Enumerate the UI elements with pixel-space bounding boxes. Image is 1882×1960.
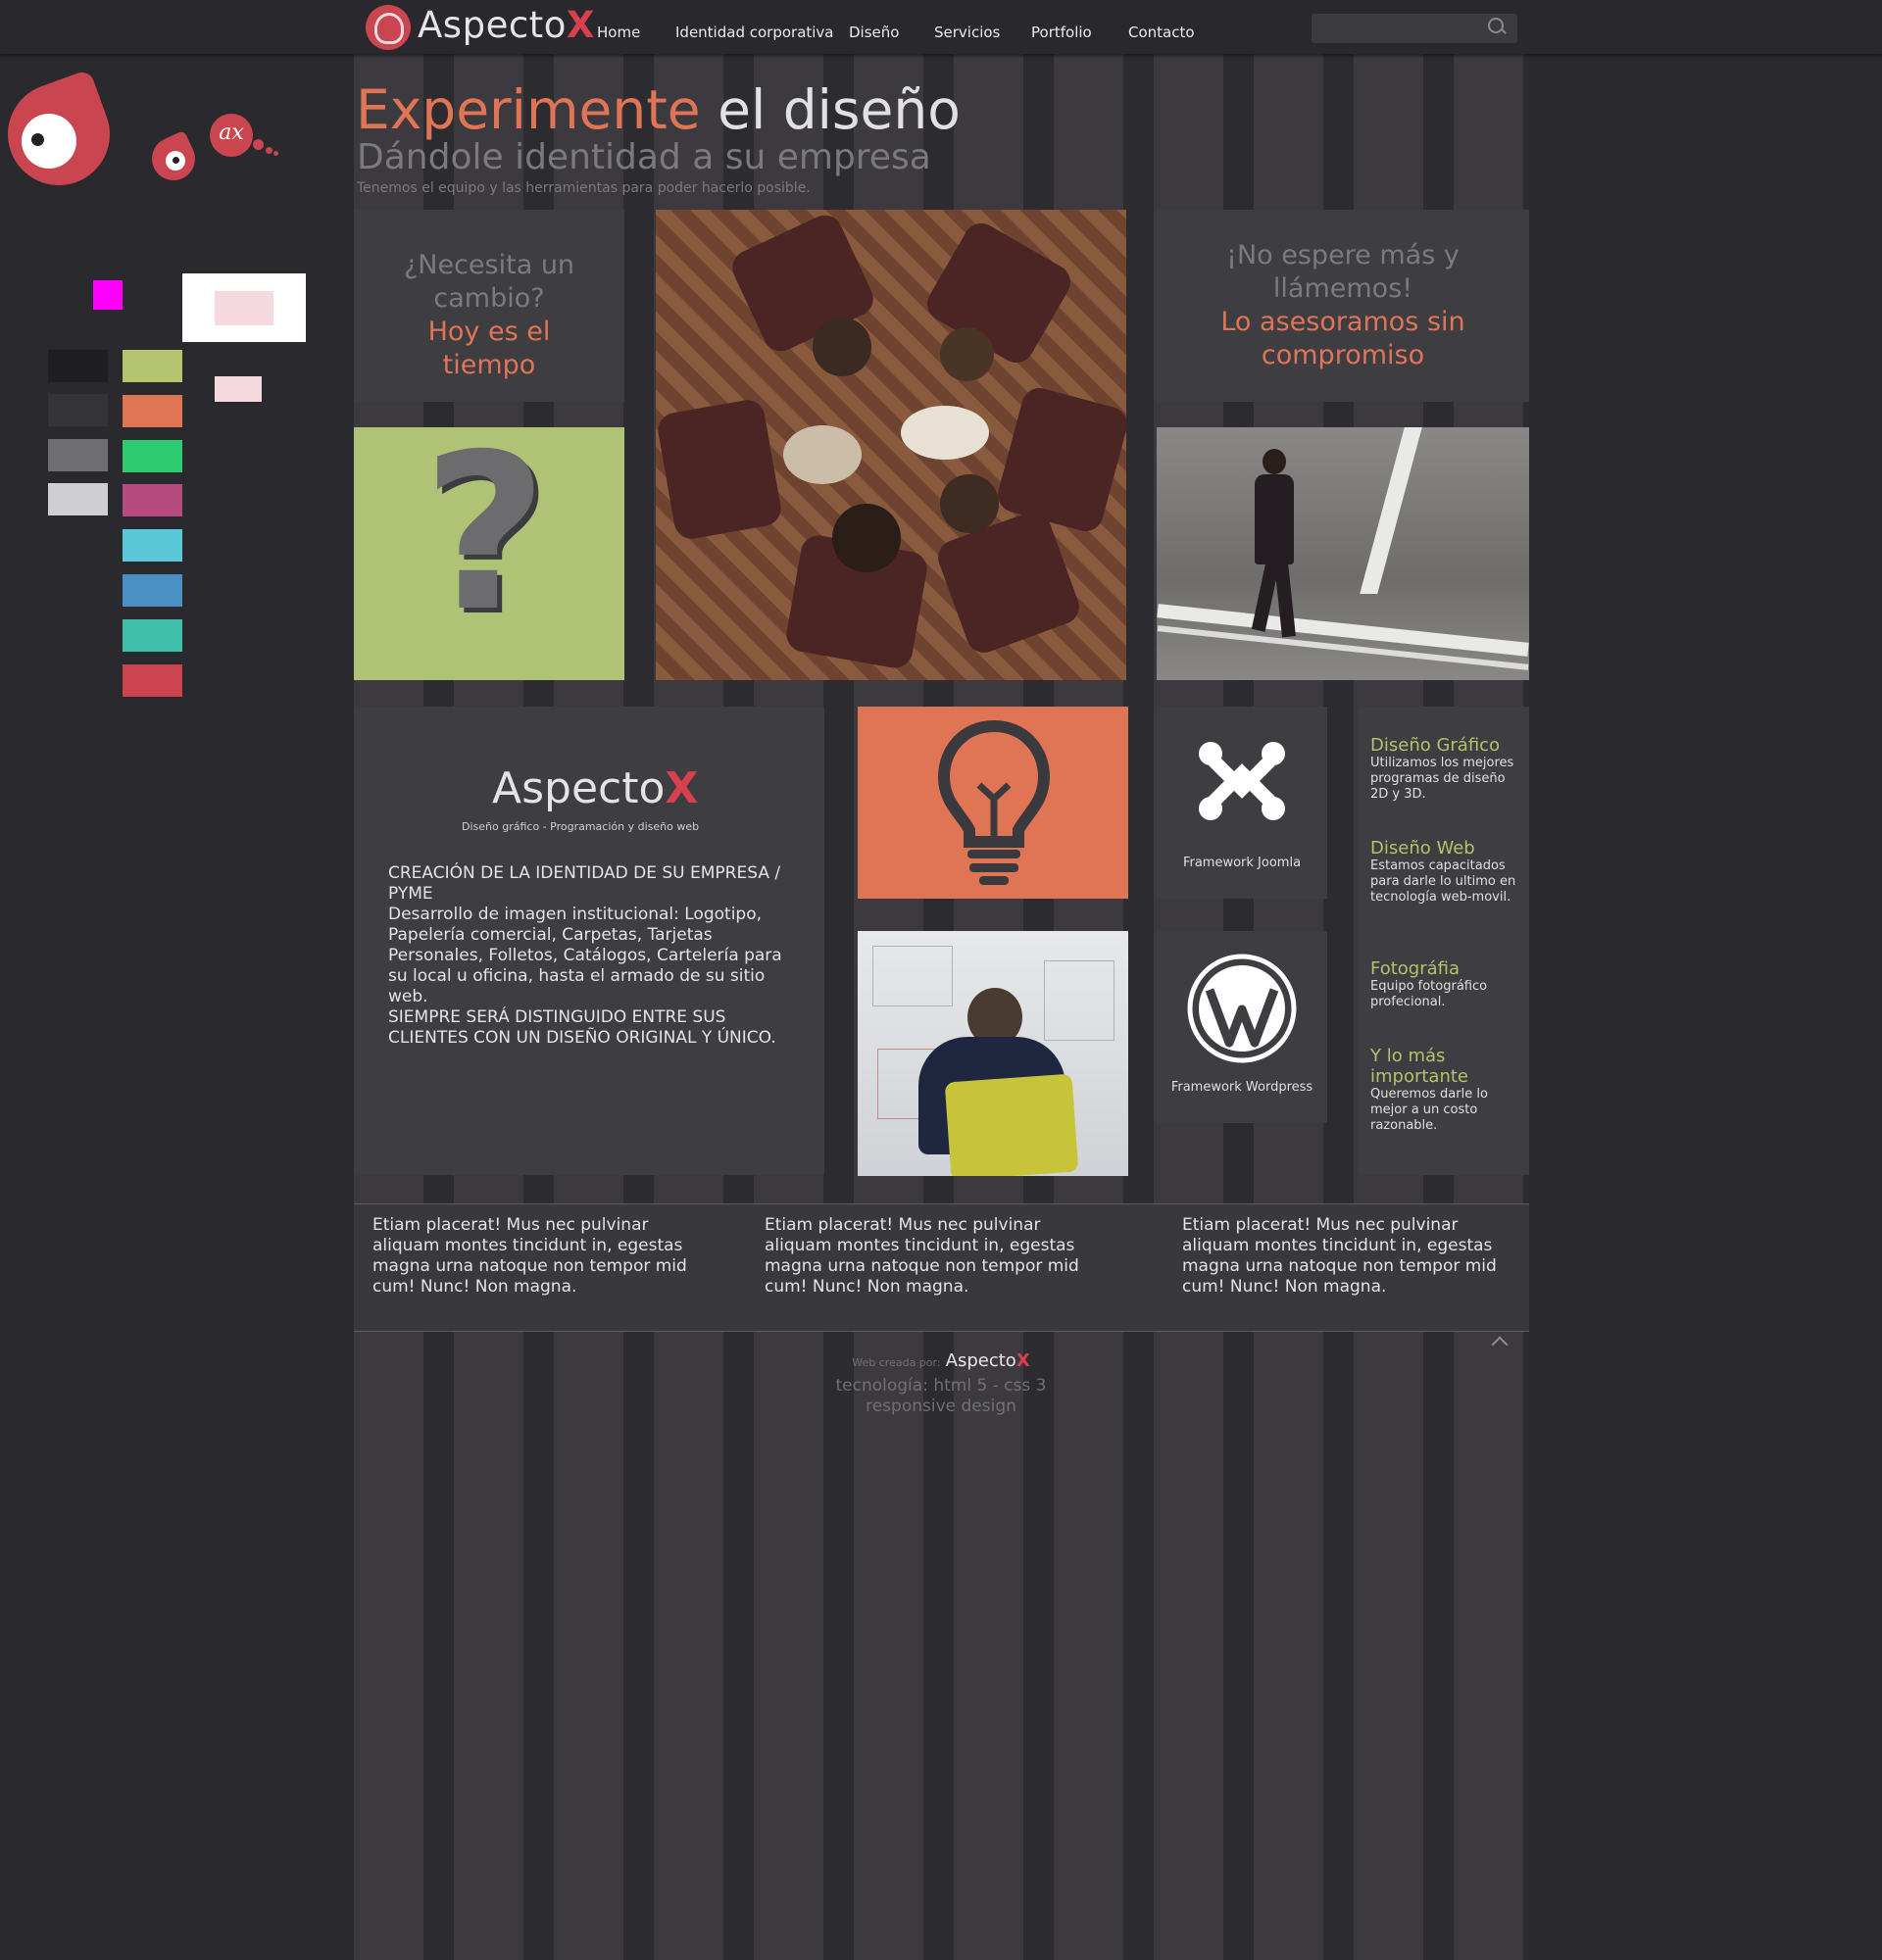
service-desc: Queremos darle lo mejor a un costo razon… (1370, 1087, 1488, 1133)
photo-man-walking (1157, 427, 1529, 680)
ax-bubble-icon: ax (210, 114, 253, 157)
bubble-dot (273, 151, 278, 156)
swatch-cyan (123, 529, 182, 562)
card-body: CREACIÓN DE LA IDENTIDAD DE SU EMPRESA /… (388, 863, 790, 1049)
nav-home[interactable]: Home (597, 24, 640, 41)
chair-shape (656, 397, 784, 542)
brand-card: AspectoX Diseño gráfico - Programación y… (354, 707, 824, 1175)
swatch-magenta (93, 280, 123, 310)
photo-team-meeting (656, 210, 1126, 680)
question-mark-tile: ? (354, 408, 624, 680)
tech-line: tecnología: html 5 - css 3 (835, 1376, 1047, 1396)
swatch-gray-4 (48, 483, 108, 515)
wordpress-icon (1187, 954, 1297, 1063)
nav-portfolio[interactable]: Portfolio (1031, 24, 1092, 41)
swatch-red (123, 664, 182, 697)
swatch-purple (123, 484, 182, 516)
card-description: Desarrollo de imagen institucional: Logo… (388, 905, 782, 1006)
box-call-line1: ¡No espere más y llámemos! (1226, 240, 1460, 304)
whiteboard-sketch (1044, 960, 1114, 1041)
box-need-change: ¿Necesita un cambio? Hoy es el tiempo (354, 210, 624, 402)
swatch-green (123, 440, 182, 472)
credit-label: Web creada por: (852, 1356, 941, 1369)
bubble-dot (266, 147, 272, 154)
swatch-pink (215, 291, 273, 325)
swatch-gray-2 (48, 394, 108, 426)
lightbulb-tile (858, 707, 1128, 899)
nav-contacto[interactable]: Contacto (1128, 24, 1195, 41)
notebook-shape (901, 406, 989, 460)
hero-tagline: Tenemos el equipo y las herramientas par… (357, 180, 811, 196)
whiteboard-sketch (872, 946, 953, 1006)
credit-brand[interactable]: AspectoX (946, 1350, 1030, 1371)
swatch-green-olive (123, 350, 182, 382)
service-item: Diseño Web Estamos capacitados para darl… (1370, 838, 1517, 906)
nav-diseno[interactable]: Diseño (849, 24, 899, 41)
footer-divider (354, 1203, 1529, 1204)
bubble-dot (253, 139, 264, 150)
box-change-question: ¿Necesita un cambio? (403, 250, 575, 314)
brand-name[interactable]: AspectoX (418, 4, 595, 46)
service-title: Y lo más importante (1370, 1046, 1469, 1087)
joomla-icon (1199, 742, 1285, 820)
joomla-label: Framework Joomla (1182, 856, 1302, 870)
chair-shape (994, 383, 1126, 536)
nav-identidad-corporativa[interactable]: Identidad corporativa (675, 24, 834, 41)
service-desc: Equipo fotográfico profecional. (1370, 979, 1488, 1009)
walker-body (1255, 474, 1294, 564)
search-input[interactable] (1312, 14, 1517, 43)
yellow-chair (944, 1073, 1079, 1176)
wordpress-label: Framework Wordpress (1170, 1080, 1313, 1095)
footer-column: Etiam placerat! Mus nec pulvinar aliquam… (765, 1215, 1079, 1297)
card-tagline: Diseño gráfico - Programación y diseño w… (462, 820, 700, 833)
mascot-large-pupil (31, 133, 44, 146)
person-head (940, 474, 999, 533)
service-title: Fotográfia (1370, 958, 1461, 979)
service-title: Diseño Gráfico (1370, 735, 1501, 756)
service-desc: Utilizamos los mejores programas de dise… (1370, 756, 1514, 802)
box-call-line2: Lo asesoramos sin compromiso (1220, 307, 1465, 370)
footer-credit: Web creada por: AspectoX (0, 1350, 1882, 1371)
hero-subtitle: Dándole identidad a su empresa (357, 137, 931, 177)
mascot-large-eye (22, 114, 76, 169)
swatch-gray-1 (48, 350, 108, 382)
service-item: Fotográfia Equipo fotográfico profeciona… (1370, 958, 1517, 1010)
person-head (813, 318, 871, 376)
wordpress-tile[interactable]: Framework Wordpress (1157, 931, 1327, 1123)
photo-man-thinking (858, 931, 1128, 1176)
swatch-blue (123, 574, 182, 607)
person-head (832, 504, 901, 572)
service-item: Y lo más importante Queremos darle lo me… (1370, 1046, 1517, 1134)
footer-column: Etiam placerat! Mus nec pulvinar aliquam… (1182, 1215, 1497, 1297)
footer-tech: tecnología: html 5 - css 3 responsive de… (0, 1376, 1882, 1417)
card-heading: CREACIÓN DE LA IDENTIDAD DE SU EMPRESA /… (388, 863, 781, 904)
swatch-teal (123, 619, 182, 652)
lightbulb-icon (937, 720, 1051, 885)
nav-servicios[interactable]: Servicios (934, 24, 1000, 41)
box-call-us: ¡No espere más y llámemos! Lo asesoramos… (1157, 210, 1529, 402)
card-brand-name: AspectoX (492, 763, 699, 813)
box-change-answer: Hoy es el tiempo (427, 317, 551, 380)
service-desc: Estamos capacitados para darle lo ultimo… (1370, 858, 1516, 905)
swatch-gray-3 (48, 439, 108, 471)
search-icon[interactable] (1488, 18, 1504, 33)
hero-title: Experimente el diseño (356, 78, 961, 141)
footer-divider (354, 1331, 1529, 1332)
service-title: Diseño Web (1370, 838, 1475, 858)
joomla-tile[interactable]: Framework Joomla (1157, 707, 1327, 899)
road-line (1360, 427, 1422, 594)
question-mark-icon: ? (422, 408, 548, 659)
brand-logo-icon[interactable] (366, 5, 411, 50)
swatch-pink-small (215, 376, 262, 402)
swatch-orange (123, 395, 182, 427)
person-head (940, 327, 994, 381)
responsive-line: responsive design (866, 1396, 1016, 1416)
service-item: Diseño Gráfico Utilizamos los mejores pr… (1370, 735, 1517, 803)
mascot-small-pupil (173, 157, 179, 164)
card-closing: SIEMPRE SERÁ DISTINGUIDO ENTRE SUS CLIEN… (388, 1007, 776, 1048)
notebook-shape (783, 425, 862, 484)
walker-head (1263, 449, 1286, 474)
footer-column: Etiam placerat! Mus nec pulvinar aliquam… (372, 1215, 687, 1297)
